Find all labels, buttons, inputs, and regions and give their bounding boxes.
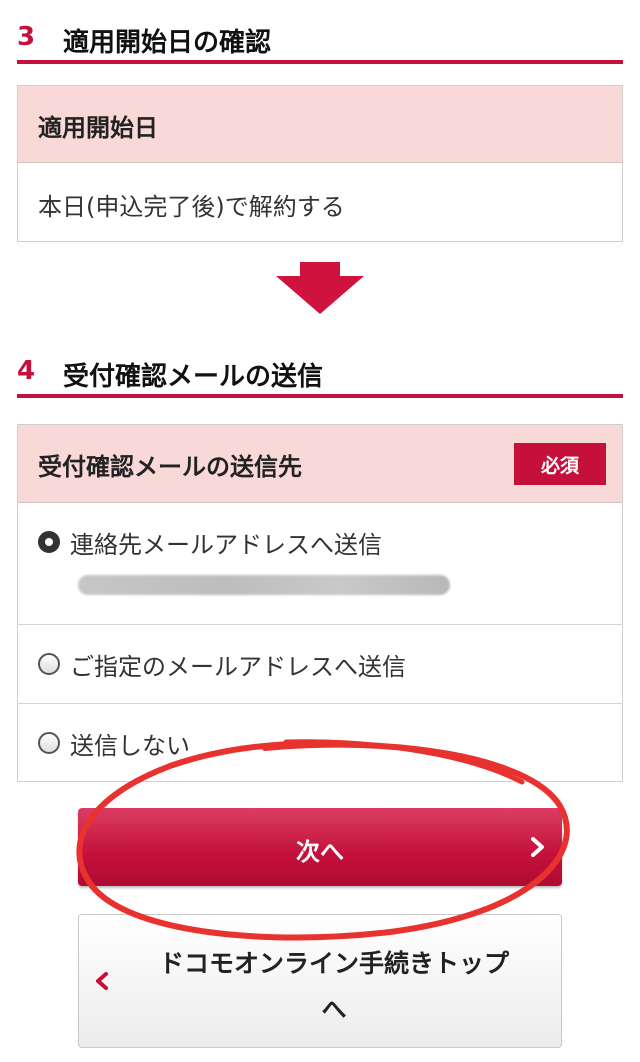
- required-badge: 必須: [514, 443, 606, 485]
- mail-destination-box: 受付確認メールの送信先 必須 連絡先メールアドレスへ送信 ご指定のメールアドレス…: [17, 424, 623, 782]
- next-button-label: 次へ: [296, 838, 344, 866]
- procedure-top-label: ドコモオンライン手続きトップ へ: [123, 941, 545, 1033]
- procedure-top-label-line1: ドコモオンライン手続きトップ: [158, 949, 509, 978]
- option-specified-email[interactable]: ご指定のメールアドレスへ送信: [18, 625, 622, 704]
- option-contact-email-label: 連絡先メールアドレスへ送信: [70, 531, 382, 559]
- chevron-right-icon: [531, 837, 544, 857]
- next-button[interactable]: 次へ: [78, 808, 562, 886]
- section-4-title: 受付確認メールの送信: [63, 362, 324, 392]
- start-date-box: 適用開始日 本日(申込完了後)で解約する: [17, 85, 623, 242]
- down-arrow-icon: [276, 262, 364, 314]
- chevron-left-icon: [96, 972, 108, 990]
- start-date-header: 適用開始日: [18, 86, 622, 163]
- redacted-email: [78, 575, 450, 595]
- start-date-value: 本日(申込完了後)で解約する: [38, 193, 345, 221]
- mail-destination-header: 受付確認メールの送信先 必須: [18, 425, 622, 503]
- mail-destination-label: 受付確認メールの送信先: [38, 453, 302, 481]
- option-no-send[interactable]: 送信しない: [18, 704, 622, 781]
- radio-specified-email[interactable]: [38, 653, 60, 675]
- section-4-number: 4: [17, 356, 36, 386]
- option-contact-email[interactable]: 連絡先メールアドレスへ送信: [18, 503, 622, 625]
- start-date-label: 適用開始日: [38, 114, 158, 142]
- start-date-row: 本日(申込完了後)で解約する: [18, 163, 622, 240]
- radio-contact-email[interactable]: [38, 531, 60, 553]
- section-3-number: 3: [17, 22, 36, 52]
- option-no-send-label: 送信しない: [70, 732, 190, 760]
- procedure-top-button[interactable]: ドコモオンライン手続きトップ へ: [78, 914, 562, 1048]
- section-3-heading: 3 適用開始日の確認: [17, 8, 623, 64]
- option-specified-email-label: ご指定のメールアドレスへ送信: [70, 653, 406, 681]
- procedure-top-label-line2: へ: [321, 995, 347, 1024]
- section-4-heading: 4 受付確認メールの送信: [17, 342, 623, 398]
- radio-no-send[interactable]: [38, 732, 60, 754]
- section-3-title: 適用開始日の確認: [63, 28, 272, 58]
